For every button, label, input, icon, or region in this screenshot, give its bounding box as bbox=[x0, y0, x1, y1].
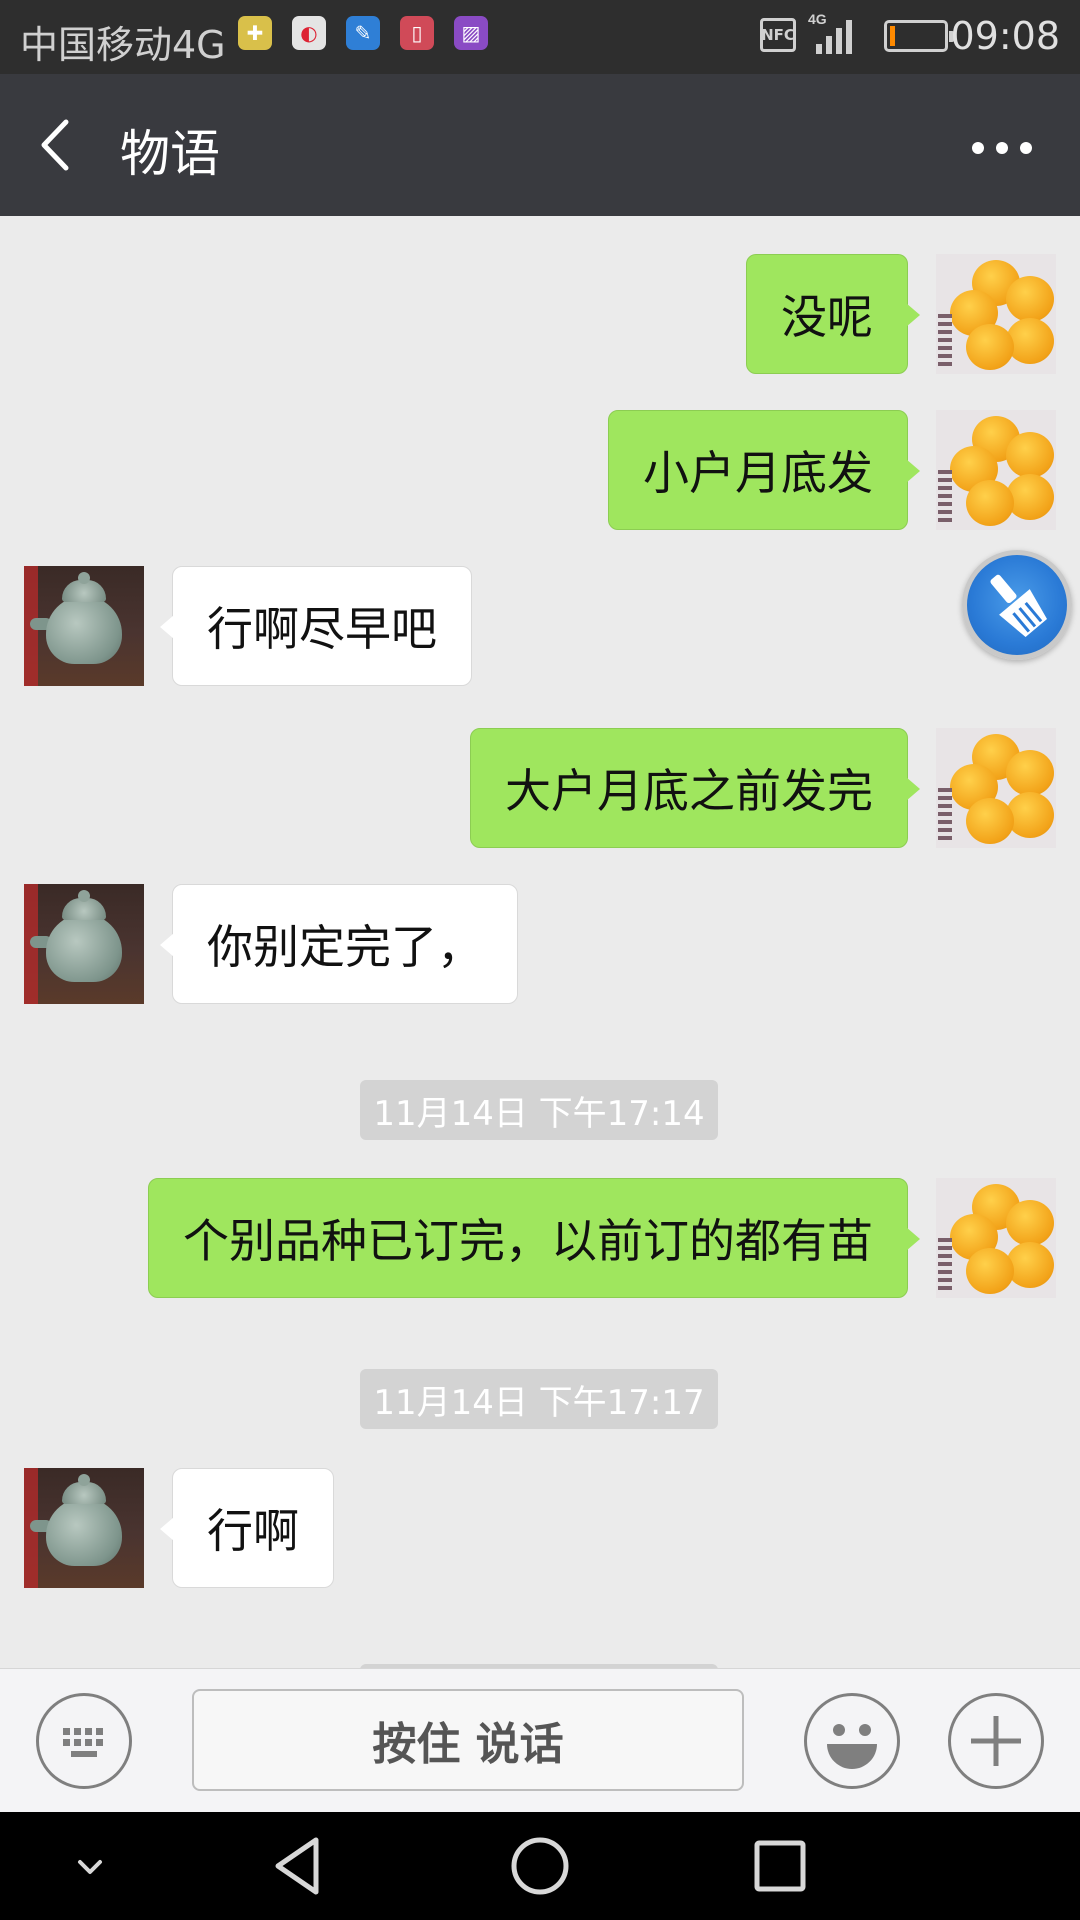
app-notification-icon: ✚ bbox=[238, 16, 272, 50]
home-circle-icon[interactable] bbox=[504, 1830, 576, 1902]
message-timestamp: 11月14日 下午17:14 bbox=[360, 1080, 718, 1140]
network-type-label: 4G bbox=[808, 11, 827, 27]
message-bubble-outgoing[interactable]: 没呢 bbox=[746, 254, 920, 374]
self-avatar[interactable] bbox=[936, 254, 1056, 374]
chevron-down-icon[interactable] bbox=[54, 1830, 126, 1902]
signal-icon: 4G bbox=[808, 11, 852, 54]
more-dots-icon bbox=[972, 142, 984, 154]
message-bubble-outgoing[interactable]: 个别品种已订完，以前订的都有苗 bbox=[148, 1178, 920, 1298]
nfc-icon: NFC bbox=[760, 18, 796, 52]
peer-avatar[interactable] bbox=[24, 884, 144, 1004]
chat-area[interactable]: 没呢 小户月底发 行啊尽早吧 大户月底之前发完 你别定完了， 11月14日 下午… bbox=[0, 216, 1080, 1668]
message-bubble-incoming[interactable]: 行啊 bbox=[160, 1468, 334, 1588]
system-nav-bar bbox=[0, 1812, 1080, 1920]
peer-avatar[interactable] bbox=[24, 1468, 144, 1588]
gallery-notification-icon: ▨ bbox=[454, 16, 488, 50]
browser-notification-icon: ◐ bbox=[292, 16, 326, 50]
peer-avatar[interactable] bbox=[24, 566, 144, 686]
back-button[interactable] bbox=[30, 112, 90, 178]
input-bar: 按住 说话 bbox=[0, 1668, 1080, 1812]
message-bubble-incoming[interactable]: 行啊尽早吧 bbox=[160, 566, 472, 686]
plus-icon bbox=[971, 1716, 1021, 1766]
self-avatar[interactable] bbox=[936, 410, 1056, 530]
battery-fill bbox=[890, 26, 895, 46]
chat-title: 物语 bbox=[120, 125, 220, 183]
hold-to-talk-button[interactable]: 按住 说话 bbox=[192, 1689, 744, 1791]
carrier-label: 中国移动4G bbox=[20, 23, 226, 67]
floating-assistant-button[interactable] bbox=[962, 550, 1072, 660]
more-functions-button[interactable] bbox=[948, 1693, 1044, 1789]
status-time: 09:08 bbox=[950, 14, 1060, 58]
keyboard-toggle-button[interactable] bbox=[36, 1693, 132, 1789]
more-button[interactable] bbox=[964, 116, 1040, 176]
cleaner-notification-icon: ✎ bbox=[346, 16, 380, 50]
power-notification-icon: ▯ bbox=[400, 16, 434, 50]
self-avatar[interactable] bbox=[936, 1178, 1056, 1298]
broom-icon bbox=[990, 574, 1048, 637]
battery-icon bbox=[884, 20, 954, 52]
title-bar: 物语 bbox=[0, 74, 1080, 216]
status-bar: 中国移动4G ✚ ◐ ✎ ▯ ▨ NFC 4G 09:08 bbox=[0, 0, 1080, 74]
emoji-icon bbox=[827, 1724, 877, 1769]
chevron-left-icon bbox=[41, 119, 69, 171]
emoji-button[interactable] bbox=[804, 1693, 900, 1789]
message-bubble-outgoing[interactable]: 大户月底之前发完 bbox=[470, 728, 920, 848]
message-bubble-outgoing[interactable]: 小户月底发 bbox=[608, 410, 920, 530]
self-avatar[interactable] bbox=[936, 728, 1056, 848]
keyboard-icon bbox=[63, 1728, 103, 1757]
recents-square-icon[interactable] bbox=[744, 1830, 816, 1902]
notification-icons: ✚ ◐ ✎ ▯ ▨ bbox=[238, 16, 488, 50]
back-triangle-icon[interactable] bbox=[264, 1830, 336, 1902]
message-timestamp: 11月14日 下午17:17 bbox=[360, 1369, 718, 1429]
message-bubble-incoming[interactable]: 你别定完了， bbox=[160, 884, 518, 1004]
